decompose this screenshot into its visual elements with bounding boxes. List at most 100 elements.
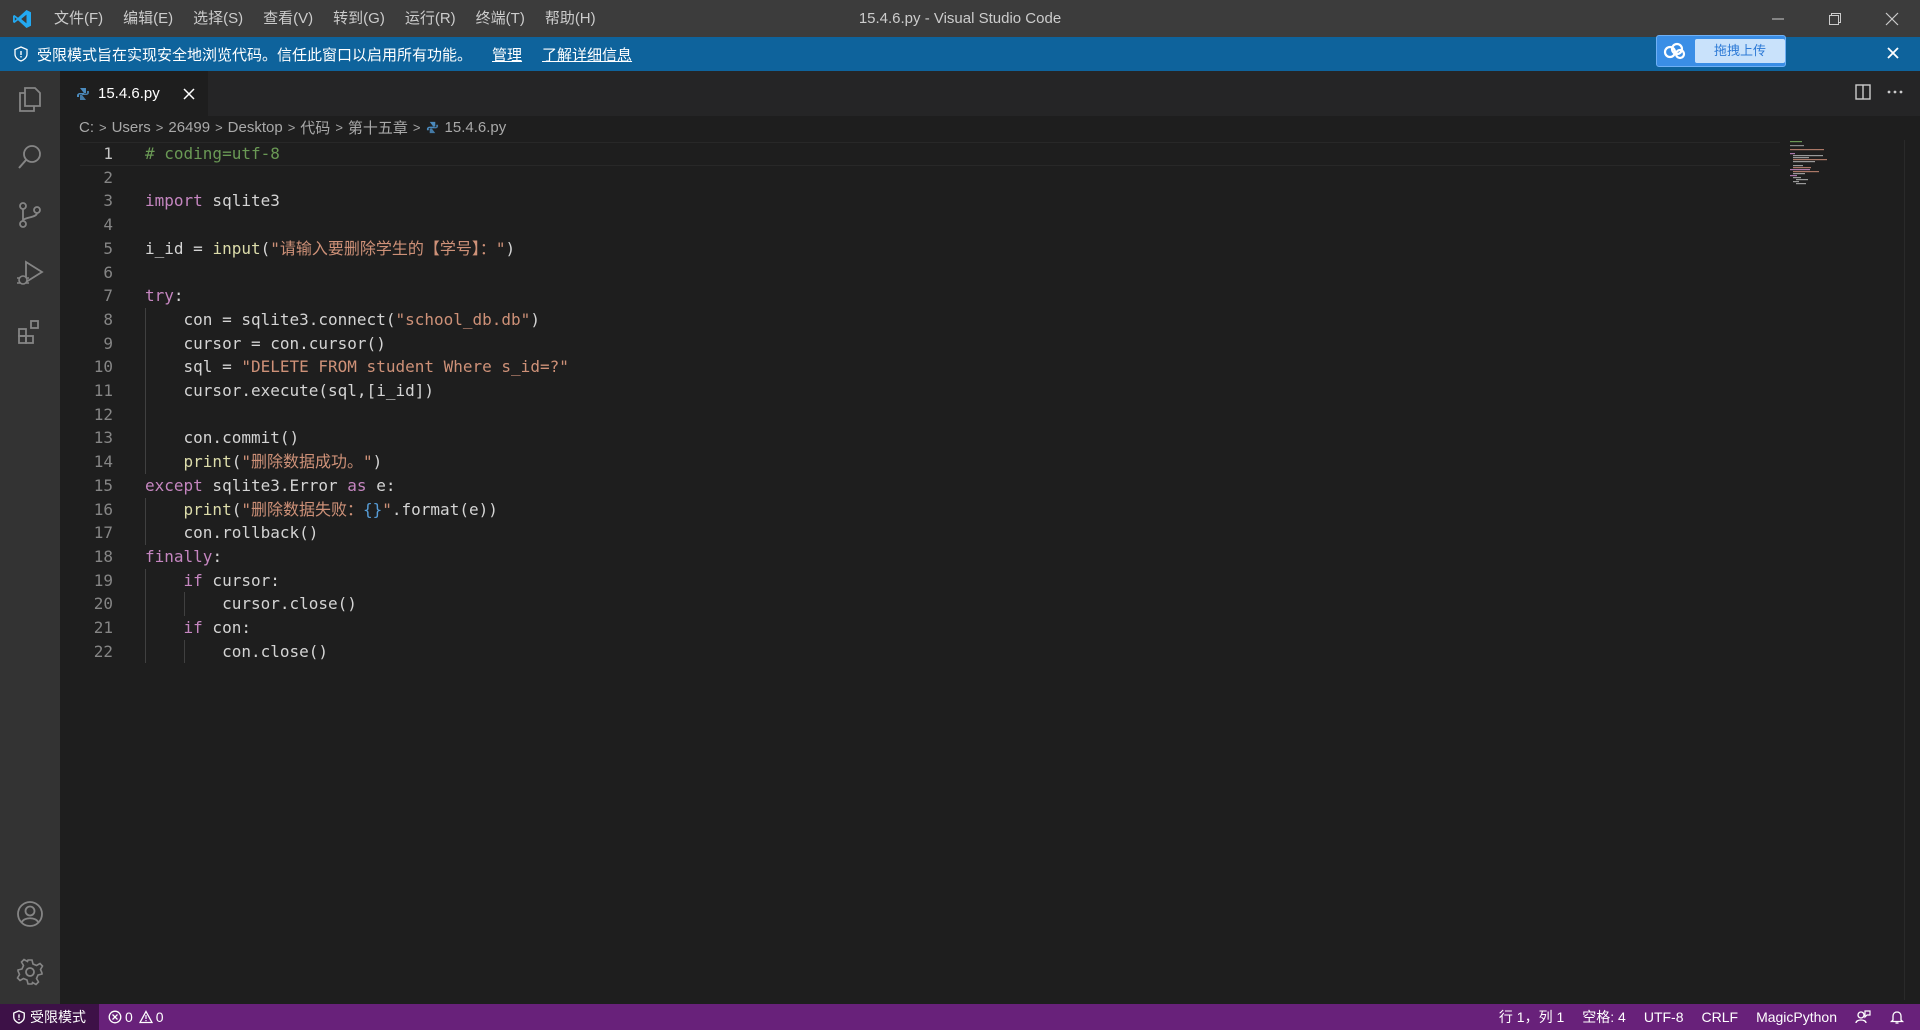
encoding[interactable]: UTF-8 [1635,1004,1693,1030]
notifications-bell-icon[interactable] [1880,1004,1914,1030]
code-line[interactable]: 14 print("删除数据成功。") [60,450,1760,474]
menu-edit[interactable]: 编辑(E) [113,0,183,37]
more-actions-icon[interactable] [1886,83,1904,106]
upload-widget[interactable]: 拖拽上传 [1656,35,1786,67]
line-number: 6 [103,262,113,282]
code-line[interactable]: 10 sql = "DELETE FROM student Where s_id… [60,355,1760,379]
code-line[interactable]: 8 con = sqlite3.connect("school_db.db") [60,308,1760,332]
breadcrumb-item[interactable]: Users [112,119,151,136]
manage-link[interactable]: 管理 [492,44,522,65]
line-number: 17 [93,523,113,543]
indent-guide [145,497,146,545]
line-number: 4 [103,215,113,235]
menu-terminal[interactable]: 终端(T) [466,0,535,37]
line-number: 13 [93,428,113,448]
line-number: 5 [103,238,113,258]
error-icon [108,1010,122,1024]
code-text: sql = "DELETE FROM student Where s_id=?" [145,357,569,377]
breadcrumb-item[interactable]: Desktop [228,119,283,136]
python-file-icon [426,121,439,134]
line-number: 14 [93,452,113,472]
code-line[interactable]: 3 import sqlite3 [60,189,1760,213]
code-line[interactable]: 9 cursor = con.cursor() [60,332,1760,356]
search-icon[interactable] [0,129,60,185]
code-text: i_id = input("请输入要删除学生的【学号】：") [145,238,516,258]
menu-view[interactable]: 查看(V) [253,0,323,37]
code-line[interactable]: 2 [60,166,1760,190]
extensions-icon[interactable] [0,303,60,359]
code-text: # coding=utf-8 [145,144,280,163]
code-line[interactable]: 13 con.commit() [60,426,1760,450]
code-text: cursor.execute(sql,[i_id]) [145,381,434,400]
end-of-line[interactable]: CRLF [1693,1004,1748,1030]
code-line[interactable]: 15 except sqlite3.Error as e: [60,474,1760,498]
restricted-mode-label: 受限模式 [30,1009,86,1025]
explorer-icon[interactable] [0,71,60,127]
code-line[interactable]: 4 [60,213,1760,237]
line-number: 10 [93,357,113,377]
source-control-icon[interactable] [0,187,60,243]
settings-gear-icon[interactable] [0,944,60,1000]
breadcrumb-item[interactable]: 26499 [168,119,210,136]
line-number: 15 [93,475,113,495]
close-window-button[interactable] [1863,0,1920,37]
warning-icon [138,1010,153,1024]
code-line[interactable]: 22 con.close() [60,640,1760,664]
code-line[interactable]: 19 if cursor: [60,569,1760,593]
code-line[interactable]: 21 if con: [60,616,1760,640]
line-number: 18 [93,546,113,566]
cursor-position[interactable]: 行 1，列 1 [1490,1004,1573,1030]
menu-help[interactable]: 帮助(H) [535,0,606,37]
menu-run[interactable]: 运行(R) [395,0,466,37]
minimize-button[interactable] [1749,0,1806,37]
upload-button[interactable]: 拖拽上传 [1695,39,1785,63]
tab-15-4-6-py[interactable]: 15.4.6.py [60,71,208,116]
breadcrumb-item[interactable]: 第十五章 [348,117,408,138]
feedback-icon[interactable] [1846,1004,1880,1030]
menu-go[interactable]: 转到(G) [323,0,395,37]
breadcrumb-item[interactable]: 代码 [300,117,330,138]
code-line[interactable]: 1 # coding=utf-8 [60,142,1760,166]
breadcrumb-file[interactable]: 15.4.6.py [426,119,506,136]
indentation[interactable]: 空格: 4 [1573,1004,1635,1030]
chevron-right-icon: > [412,119,421,135]
breadcrumb-item[interactable]: C: [79,119,94,136]
account-icon[interactable] [0,886,60,942]
code-line[interactable]: 12 [60,403,1760,427]
code-line[interactable]: 6 [60,261,1760,285]
code-text: except sqlite3.Error as e: [145,475,396,495]
warning-count: 0 [155,1009,164,1025]
code-line[interactable]: 16 print("删除数据失败：{}".format(e)) [60,498,1760,522]
code-text: cursor.close() [145,594,357,614]
vscode-logo-icon [0,0,44,37]
window-controls [1749,0,1920,37]
menu-file[interactable]: 文件(F) [44,0,113,37]
code-line[interactable]: 18 finally: [60,545,1760,569]
menu-selection[interactable]: 选择(S) [183,0,253,37]
banner-close-icon[interactable] [1884,44,1902,66]
split-editor-icon[interactable] [1854,83,1872,106]
run-debug-icon[interactable] [0,245,60,301]
tab-close-icon[interactable] [182,87,196,101]
code-line[interactable]: 20 cursor.close() [60,592,1760,616]
indent-guide [145,568,146,664]
indent-guide [145,307,146,474]
code-editor[interactable]: 1 # coding=utf-8 2 3 import sqlite3 4 5 i_id = … [60,142,1760,1002]
language-mode[interactable]: MagicPython [1747,1004,1846,1030]
code-line[interactable]: 17 con.rollback() [60,521,1760,545]
breadcrumb: C: > Users > 26499 > Desktop > 代码 > 第十五章… [60,116,1920,138]
restore-button[interactable] [1806,0,1863,37]
code-line[interactable]: 11 cursor.execute(sql,[i_id]) [60,379,1760,403]
learn-more-link[interactable]: 了解详细信息 [542,44,632,65]
minimap[interactable] [1788,140,1838,190]
problems-indicator[interactable]: 0 0 [99,1004,173,1030]
restricted-mode-indicator[interactable]: 受限模式 [0,1004,99,1030]
vertical-scrollbar[interactable] [1904,140,1905,1000]
chevron-right-icon: > [155,119,164,135]
line-number: 1 [103,144,113,163]
chevron-right-icon: > [335,119,343,135]
code-text: con.close() [145,641,329,661]
code-line[interactable]: 7 try: [60,284,1760,308]
line-number: 9 [103,333,113,353]
code-line[interactable]: 5 i_id = input("请输入要删除学生的【学号】：") [60,237,1760,261]
